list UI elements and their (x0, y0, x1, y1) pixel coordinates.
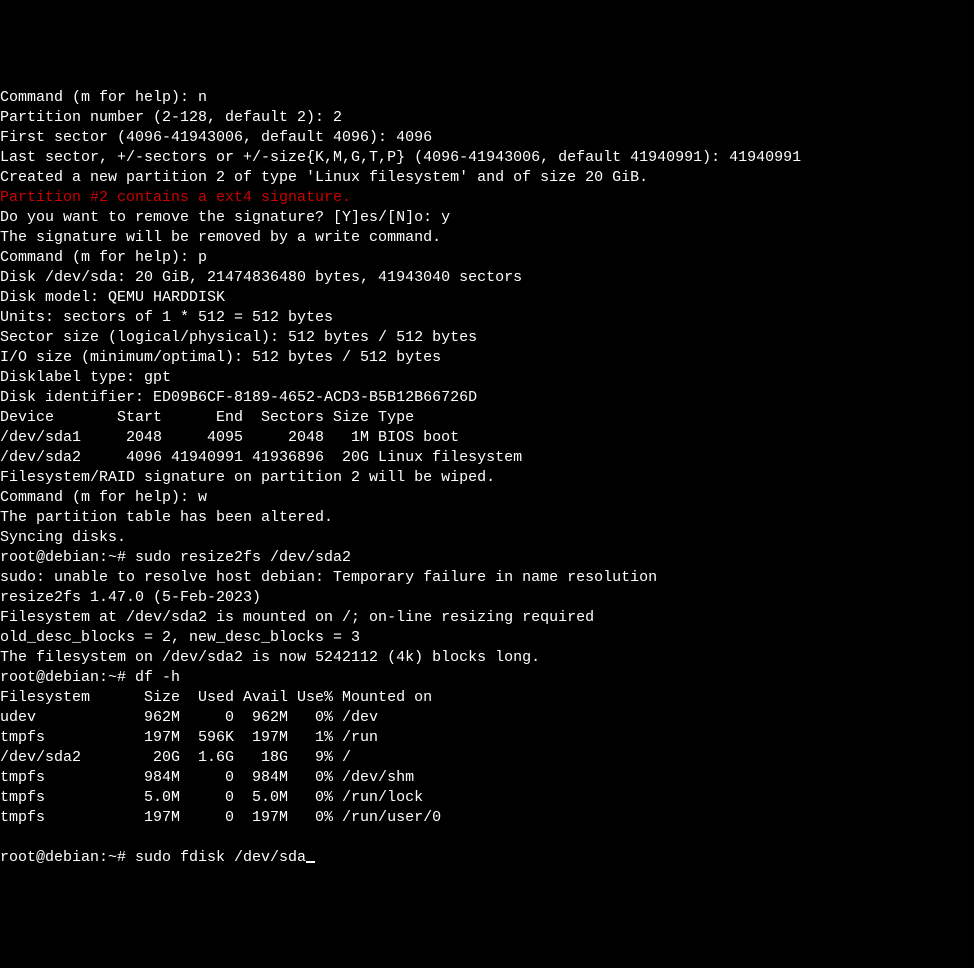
terminal-line: udev 962M 0 962M 0% /dev (0, 708, 974, 728)
terminal-line: /dev/sda1 2048 4095 2048 1M BIOS boot (0, 428, 974, 448)
terminal-line: Syncing disks. (0, 528, 974, 548)
prompt-text: root@debian:~# sudo fdisk /dev/sda (0, 849, 306, 866)
terminal-line: Partition number (2-128, default 2): 2 (0, 108, 974, 128)
terminal-line: Sector size (logical/physical): 512 byte… (0, 328, 974, 348)
cursor (306, 861, 315, 863)
terminal-line: root@debian:~# sudo resize2fs /dev/sda2 (0, 548, 974, 568)
terminal-line: Disk identifier: ED09B6CF-8189-4652-ACD3… (0, 388, 974, 408)
terminal-line: Partition #2 contains a ext4 signature. (0, 188, 974, 208)
terminal-line: Do you want to remove the signature? [Y]… (0, 208, 974, 228)
terminal-line: The signature will be removed by a write… (0, 228, 974, 248)
terminal-line: Command (m for help): p (0, 248, 974, 268)
terminal-line: Filesystem Size Used Avail Use% Mounted … (0, 688, 974, 708)
terminal-prompt-line[interactable]: root@debian:~# sudo fdisk /dev/sda (0, 848, 974, 868)
terminal-line: tmpfs 197M 596K 197M 1% /run (0, 728, 974, 748)
terminal-line: Command (m for help): n (0, 88, 974, 108)
terminal-line: /dev/sda2 20G 1.6G 18G 9% / (0, 748, 974, 768)
terminal-line: First sector (4096-41943006, default 409… (0, 128, 974, 148)
terminal-line: Device Start End Sectors Size Type (0, 408, 974, 428)
terminal-line: root@debian:~# df -h (0, 668, 974, 688)
terminal-line: tmpfs 5.0M 0 5.0M 0% /run/lock (0, 788, 974, 808)
terminal-line: Filesystem at /dev/sda2 is mounted on /;… (0, 608, 974, 628)
terminal-line: Created a new partition 2 of type 'Linux… (0, 168, 974, 188)
terminal-line: /dev/sda2 4096 41940991 41936896 20G Lin… (0, 448, 974, 468)
terminal-output: Command (m for help): nPartition number … (0, 88, 974, 828)
terminal-line: The partition table has been altered. (0, 508, 974, 528)
terminal-line: Filesystem/RAID signature on partition 2… (0, 468, 974, 488)
terminal-line: Disklabel type: gpt (0, 368, 974, 388)
terminal-line: Disk model: QEMU HARDDISK (0, 288, 974, 308)
terminal-line: tmpfs 984M 0 984M 0% /dev/shm (0, 768, 974, 788)
terminal-line: Command (m for help): w (0, 488, 974, 508)
terminal-line: Units: sectors of 1 * 512 = 512 bytes (0, 308, 974, 328)
terminal-line: Last sector, +/-sectors or +/-size{K,M,G… (0, 148, 974, 168)
terminal-line: Disk /dev/sda: 20 GiB, 21474836480 bytes… (0, 268, 974, 288)
terminal-line: old_desc_blocks = 2, new_desc_blocks = 3 (0, 628, 974, 648)
terminal-line: tmpfs 197M 0 197M 0% /run/user/0 (0, 808, 974, 828)
terminal-line: The filesystem on /dev/sda2 is now 52421… (0, 648, 974, 668)
terminal-line: resize2fs 1.47.0 (5-Feb-2023) (0, 588, 974, 608)
terminal-line: I/O size (minimum/optimal): 512 bytes / … (0, 348, 974, 368)
terminal-line: sudo: unable to resolve host debian: Tem… (0, 568, 974, 588)
